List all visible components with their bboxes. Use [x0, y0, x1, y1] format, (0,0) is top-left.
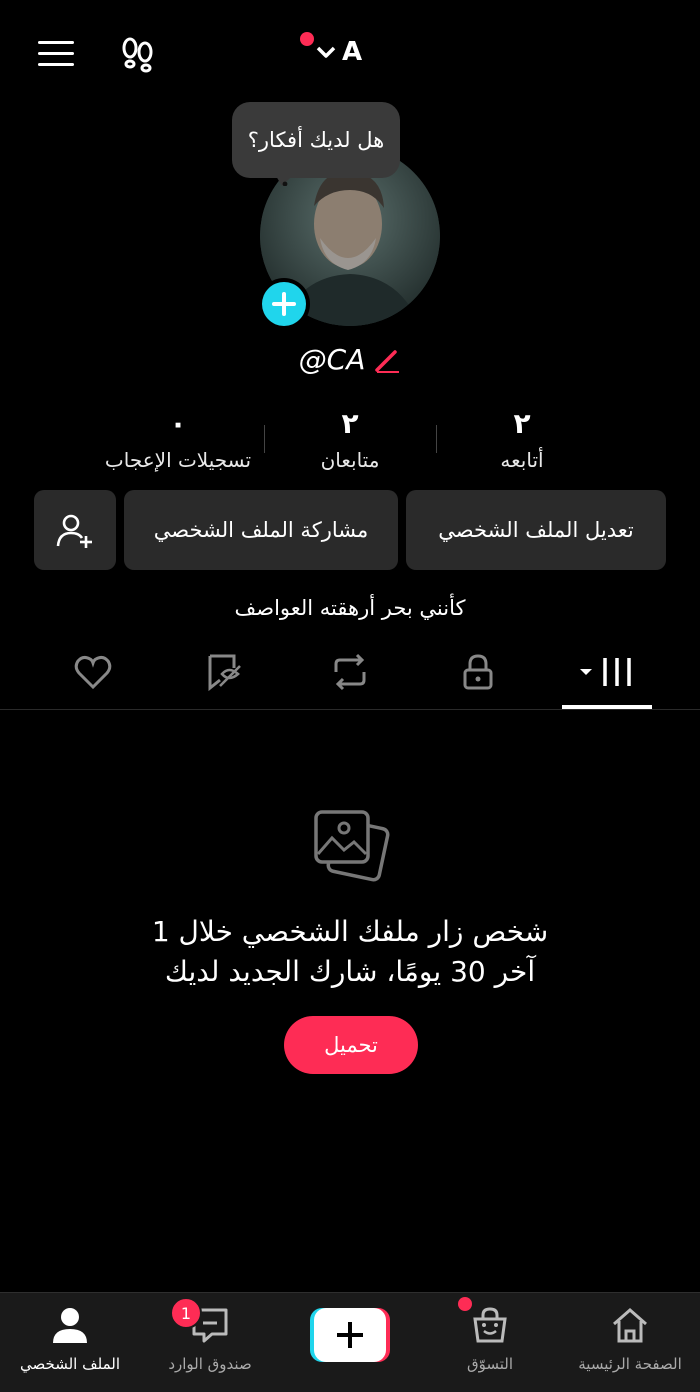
notification-dot — [300, 32, 314, 46]
nav-home[interactable]: الصفحة الرئيسية — [560, 1293, 700, 1392]
message-line-1: 1 شخص زار ملفك الشخصي خلال — [151, 915, 549, 948]
upload-label: تحميل — [324, 1033, 378, 1057]
hamburger-menu-icon[interactable] — [38, 41, 74, 67]
plus-icon — [262, 282, 306, 326]
nav-profile-label: الملف الشخصي — [20, 1355, 120, 1373]
shop-notification-dot — [458, 1297, 472, 1311]
repost-icon[interactable] — [330, 652, 370, 692]
followers-stat[interactable]: ٢ متابعان — [260, 407, 440, 473]
inbox-badge: 1 — [170, 1297, 202, 1329]
message-line-2: آخر 30 يومًا، شارك الجديد لديك — [164, 955, 536, 988]
videos-grid-icon[interactable] — [578, 652, 638, 692]
chevron-down-icon — [316, 46, 336, 58]
following-stat[interactable]: ٢ أتابعه — [432, 407, 612, 473]
heart-icon[interactable] — [73, 652, 113, 692]
edit-profile-button[interactable]: تعديل الملف الشخصي — [406, 490, 666, 570]
following-label: أتابعه — [500, 448, 544, 472]
likes-stat[interactable]: ٠ تسجيلات الإعجاب — [88, 407, 268, 473]
nav-home-label: الصفحة الرئيسية — [578, 1355, 682, 1373]
tabs-divider — [0, 709, 700, 710]
add-friend-button[interactable] — [34, 490, 116, 570]
bio: كأنني بحر أرهقته العواصف — [234, 596, 466, 620]
nav-inbox-label: صندوق الوارد — [168, 1355, 252, 1373]
footprints-icon[interactable] — [118, 34, 158, 74]
following-count: ٢ — [513, 407, 531, 440]
nav-profile[interactable]: الملف الشخصي — [0, 1293, 140, 1392]
share-profile-label: مشاركة الملف الشخصي — [153, 518, 369, 542]
shopping-bag-icon — [473, 1307, 507, 1343]
profile-visits-message: 1 شخص زار ملفك الشخصي خلال آخر 30 يومًا،… — [60, 912, 640, 992]
followers-label: متابعان — [320, 448, 380, 472]
bookmark-icon[interactable] — [204, 652, 244, 692]
profile-person-icon — [53, 1308, 87, 1343]
create-post-button[interactable] — [310, 1308, 390, 1362]
add-user-icon — [56, 514, 92, 548]
nav-shop-label: التسوّق — [466, 1355, 514, 1373]
tooltip-text: هل لديك أفكار؟ — [247, 128, 385, 152]
photo-stack-icon — [314, 810, 390, 882]
tooltip-tail — [276, 176, 292, 186]
nav-shop[interactable]: التسوّق — [420, 1293, 560, 1392]
account-name: A — [342, 37, 363, 67]
username-row: @CA — [0, 343, 700, 376]
ideas-tooltip[interactable]: هل لديك أفكار؟ — [232, 102, 400, 178]
edit-profile-label: تعديل الملف الشخصي — [438, 518, 634, 542]
nav-inbox[interactable]: 1 صندوق الوارد — [140, 1293, 280, 1392]
home-icon — [613, 1308, 647, 1343]
lock-icon[interactable] — [458, 652, 498, 692]
username: @CA — [298, 343, 366, 376]
account-switcher[interactable]: A — [300, 32, 363, 70]
upload-button[interactable]: تحميل — [284, 1016, 418, 1074]
followers-count: ٢ — [341, 407, 359, 440]
add-story-button[interactable] — [258, 278, 310, 330]
likes-count: ٠ — [169, 407, 187, 440]
edit-pencil-icon[interactable] — [373, 346, 401, 374]
share-profile-button[interactable]: مشاركة الملف الشخصي — [124, 490, 398, 570]
likes-label: تسجيلات الإعجاب — [104, 448, 252, 472]
